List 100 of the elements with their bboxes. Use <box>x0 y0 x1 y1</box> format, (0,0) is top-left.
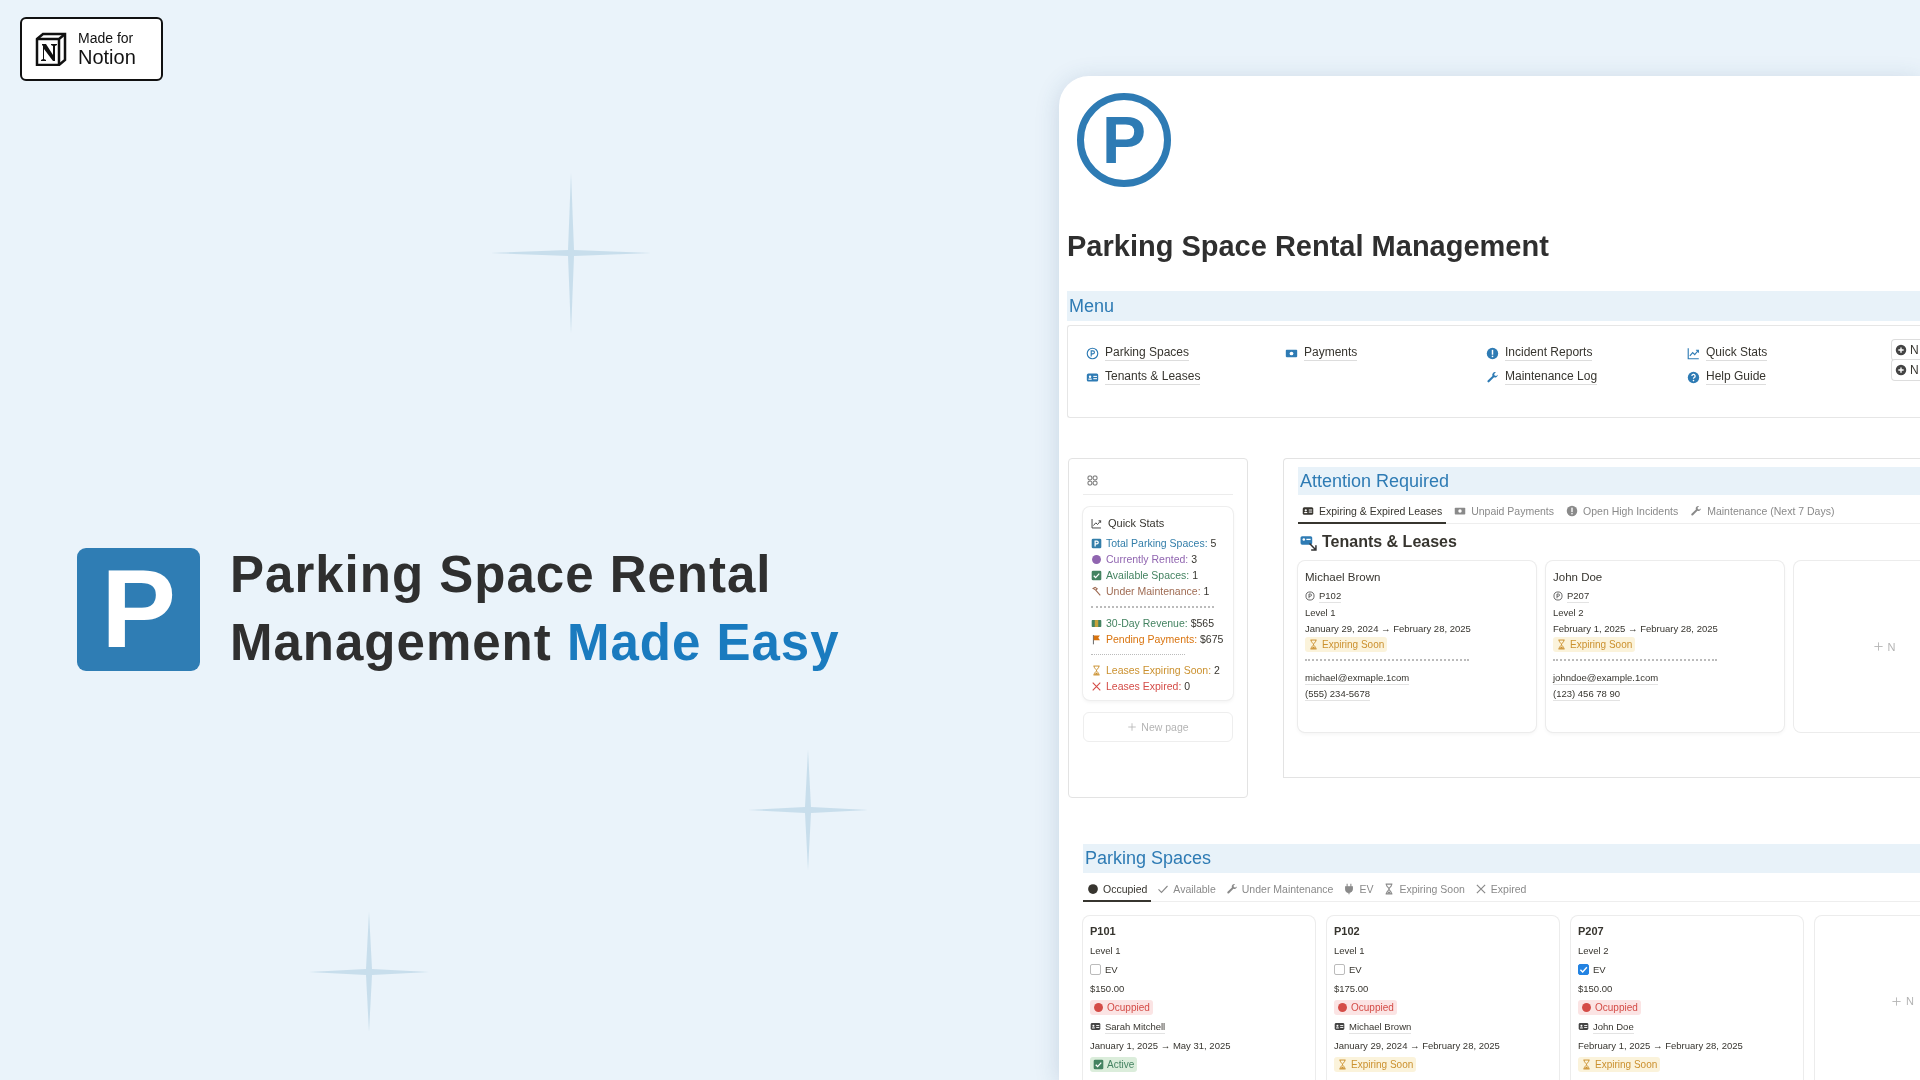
checkbox-icon <box>1093 1059 1104 1070</box>
plus-icon <box>1895 344 1907 356</box>
space-link[interactable]: P207 <box>1567 589 1590 603</box>
menu-link[interactable]: Incident Reports <box>1486 344 1593 362</box>
page-title: Parking Space Rental Management <box>1067 229 1550 263</box>
id-card-link-icon <box>1300 533 1317 551</box>
checkbox-icon <box>1091 569 1102 581</box>
level-text: Level 2 <box>1578 944 1610 958</box>
tab[interactable]: Open High Incidents <box>1562 499 1683 524</box>
hourglass-icon <box>1556 638 1567 650</box>
date-range: February 1, 2025 → February 28, 2025 <box>1578 1039 1744 1053</box>
level-text: Level 1 <box>1334 944 1366 958</box>
tab[interactable]: Expiring Soon <box>1379 877 1469 902</box>
chart-icon <box>1091 517 1102 529</box>
new-button[interactable]: N <box>1891 339 1920 361</box>
notion-cube-icon <box>34 32 68 66</box>
tab[interactable]: Under Maintenance <box>1221 877 1338 902</box>
space-card[interactable]: P101 Level 1 EV $150.00 Ocuppied Sarah Mitchell January 1, 2025 → May 31, 2025 Active <box>1083 916 1315 1080</box>
status-tag: Expiring Soon <box>1305 636 1388 652</box>
tenant-card[interactable]: John Doe P207 Level 2 February 1, 2025 → February 28, 2025 Expiring Soon johndoe@example.1com (123) 456 78 90 <box>1546 561 1784 732</box>
space-title: P101 <box>1090 924 1116 939</box>
date-range: February 1, 2025 → February 28, 2025 <box>1553 621 1719 636</box>
stat-line: Leases Expiring Soon: 2 <box>1091 662 1225 678</box>
badge-title: Notion <box>78 46 136 68</box>
dot-icon <box>1087 883 1099 895</box>
checkbox[interactable] <box>1090 964 1101 975</box>
tenant-link[interactable]: Michael Brown <box>1349 1019 1412 1034</box>
menu-link[interactable]: Help Guide <box>1687 368 1767 386</box>
rate-text: $150.00 <box>1578 982 1614 996</box>
menu-link[interactable]: Parking Spaces <box>1086 344 1190 362</box>
tenant-link[interactable]: John Doe <box>1593 1019 1634 1034</box>
stat-line: 30-Day Revenue: $565 <box>1091 615 1225 631</box>
dot-icon <box>1581 1002 1592 1013</box>
checkbox-label: EV <box>1349 964 1362 975</box>
parking-icon <box>1086 346 1099 360</box>
id-card-icon <box>1090 1021 1101 1032</box>
id-card-icon <box>1334 1021 1345 1032</box>
tenant-link[interactable]: Sarah Mitchell <box>1105 1019 1166 1034</box>
view-title: Tenants & Leases <box>1300 533 1457 551</box>
menu-link[interactable]: Quick Stats <box>1687 344 1768 362</box>
cash-icon <box>1454 505 1467 517</box>
stat-line: Under Maintenance: 1 <box>1091 583 1225 599</box>
section-heading: Parking Spaces <box>1083 844 1920 873</box>
dot-icon <box>1093 1002 1104 1013</box>
menu-link[interactable]: Payments <box>1285 344 1358 362</box>
space-card[interactable]: P102 Level 1 EV $175.00 Ocuppied Michael Brown January 29, 2024 → February 28, 2025 Expiring Soon <box>1327 916 1559 1080</box>
email-link[interactable]: michael@exmaple.1com <box>1305 671 1410 685</box>
date-range: January 29, 2024 → February 28, 2025 <box>1305 621 1472 636</box>
flag-icon <box>1091 633 1102 645</box>
rate-text: $175.00 <box>1334 982 1370 996</box>
status-tag: Ocuppied <box>1090 1000 1153 1015</box>
parking-logo: P <box>77 547 200 671</box>
tab[interactable]: EV <box>1339 877 1378 902</box>
email-link[interactable]: johndoe@example.1com <box>1553 671 1659 685</box>
tenant-name: John Doe <box>1553 570 1604 585</box>
grid-icon <box>1087 475 1098 486</box>
lease-tag: Active <box>1090 1057 1138 1072</box>
level-text: Level 2 <box>1553 605 1585 620</box>
date-range: January 1, 2025 → May 31, 2025 <box>1090 1039 1232 1053</box>
cross-icon <box>1474 883 1487 895</box>
page-icon: P <box>1077 93 1171 187</box>
date-range: January 29, 2024 → February 28, 2025 <box>1334 1039 1501 1053</box>
hourglass-icon <box>1581 1059 1592 1070</box>
alert-icon <box>1486 346 1499 360</box>
tab[interactable]: Occupied <box>1083 877 1152 902</box>
menu-link[interactable]: Tenants & Leases <box>1086 368 1201 386</box>
section-heading: Menu <box>1067 291 1920 321</box>
parking-sign-icon <box>1091 537 1102 549</box>
stat-line: Total Parking Spaces: 5 <box>1091 535 1225 551</box>
alert-icon <box>1566 505 1579 517</box>
checkbox-label: EV <box>1593 964 1606 975</box>
checkbox[interactable] <box>1578 964 1589 975</box>
tab[interactable]: Expired <box>1470 877 1531 902</box>
level-text: Level 1 <box>1090 944 1122 958</box>
lease-tag: Expiring Soon <box>1578 1057 1661 1072</box>
space-link[interactable]: P102 <box>1319 589 1342 603</box>
tab[interactable]: Expiring & Expired Leases <box>1298 499 1447 524</box>
wrench-icon <box>1486 370 1499 384</box>
chart-icon <box>1687 346 1700 360</box>
money-icon <box>1091 617 1102 629</box>
plug-icon <box>1343 883 1356 895</box>
tab[interactable]: Unpaid Payments <box>1450 499 1559 524</box>
hourglass-icon <box>1091 664 1102 676</box>
id-card-icon <box>1086 370 1099 384</box>
tab[interactable]: Available <box>1153 877 1220 902</box>
wrench-icon <box>1225 883 1238 895</box>
lease-tag: Expiring Soon <box>1334 1057 1417 1072</box>
checkbox[interactable] <box>1334 964 1345 975</box>
new-button[interactable]: N <box>1891 359 1920 381</box>
space-title: P102 <box>1334 924 1360 939</box>
space-card[interactable]: P207 Level 2 EV $150.00 Ocuppied John Doe February 1, 2025 → February 28, 2025 Expiring Soon <box>1571 916 1803 1080</box>
dot-icon <box>1091 553 1102 565</box>
tab[interactable]: Maintenance (Next 7 Days) <box>1686 499 1839 524</box>
tenant-card[interactable]: Michael Brown P102 Level 1 January 29, 2024 → February 28, 2025 Expiring Soon michael@exmaple.1com (555) 234-5678 <box>1298 561 1536 732</box>
check-icon <box>1157 883 1170 895</box>
hourglass-icon <box>1308 638 1319 650</box>
plus-icon <box>1872 641 1884 652</box>
menu-link[interactable]: Maintenance Log <box>1486 368 1598 386</box>
hourglass-icon <box>1337 1059 1348 1070</box>
dot-icon <box>1337 1002 1348 1013</box>
